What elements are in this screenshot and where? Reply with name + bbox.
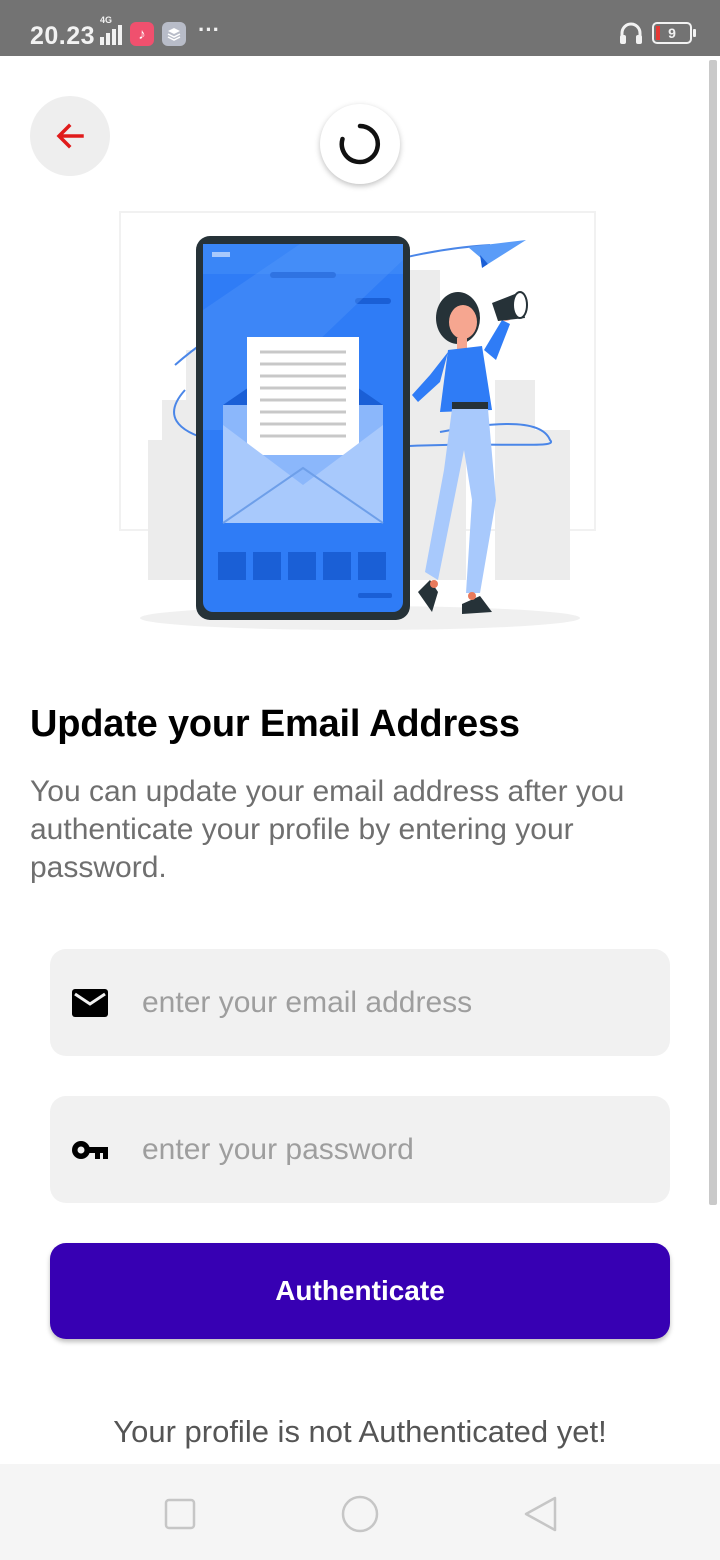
battery-icon: 9 bbox=[652, 22, 696, 44]
home-circle-icon[interactable] bbox=[340, 1494, 380, 1534]
arrow-left-icon bbox=[56, 123, 84, 149]
authenticate-button[interactable]: Authenticate bbox=[50, 1243, 670, 1339]
password-field[interactable] bbox=[50, 1096, 670, 1203]
email-input[interactable] bbox=[142, 985, 642, 1020]
signal-icon: 4G bbox=[100, 15, 122, 45]
status-right-icons: 9 bbox=[618, 20, 696, 46]
page-description: You can update your email address after … bbox=[30, 775, 625, 884]
navigation-bar bbox=[0, 1464, 720, 1560]
password-input[interactable] bbox=[142, 1132, 642, 1167]
status-bar: 20.23 4G ♪ ··· 9 bbox=[0, 0, 720, 56]
battery-level: 9 bbox=[668, 25, 676, 41]
more-icon: ··· bbox=[198, 17, 220, 42]
status-left-icons: 4G ♪ ··· bbox=[100, 15, 220, 46]
status-time: 20.23 bbox=[30, 22, 96, 50]
scrollbar[interactable] bbox=[709, 60, 717, 1205]
loading-indicator bbox=[320, 104, 400, 184]
network-type-label: 4G bbox=[100, 15, 113, 25]
back-button[interactable] bbox=[30, 96, 110, 176]
spinner-icon bbox=[339, 123, 381, 165]
page-title: Update your Email Address bbox=[30, 703, 520, 745]
email-illustration bbox=[119, 211, 596, 630]
mail-icon bbox=[70, 983, 110, 1023]
back-triangle-icon[interactable] bbox=[520, 1494, 560, 1534]
music-app-icon: ♪ bbox=[130, 22, 154, 46]
email-field[interactable] bbox=[50, 949, 670, 1056]
auth-status-message: Your profile is not Authenticated yet! bbox=[113, 1414, 607, 1449]
key-icon bbox=[70, 1130, 110, 1170]
layers-app-icon bbox=[162, 22, 186, 46]
recents-square-icon[interactable] bbox=[160, 1494, 200, 1534]
headphones-icon bbox=[620, 22, 642, 44]
